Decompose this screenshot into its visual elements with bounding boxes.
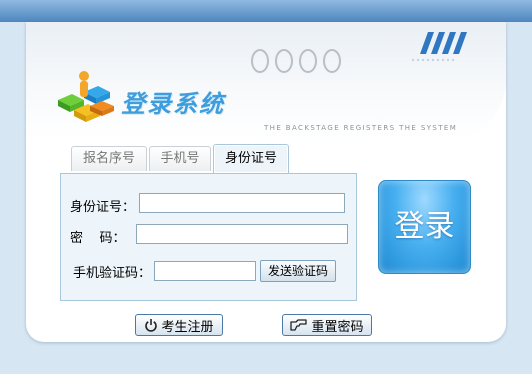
card-header: 登录系统 THE BACKSTAGE REGISTERS THE SYSTEM — [26, 22, 506, 140]
binder-rings-decoration — [251, 49, 341, 73]
login-form: 身份证号： 密 码： 手机验证码： 发送验证码 — [60, 173, 357, 301]
logo-icon — [58, 71, 114, 122]
key-hand-icon — [290, 319, 308, 331]
login-card: 登录系统 THE BACKSTAGE REGISTERS THE SYSTEM … — [26, 22, 506, 342]
id-number-input[interactable] — [139, 193, 345, 213]
sms-code-input[interactable] — [154, 261, 256, 281]
tab-registration-number[interactable]: 报名序号 — [71, 146, 147, 171]
dots-decoration — [411, 58, 455, 62]
reset-password-label: 重置密码 — [311, 319, 364, 335]
password-input[interactable] — [136, 224, 348, 244]
power-icon — [145, 319, 158, 332]
password-label: 密 码： — [70, 231, 126, 246]
app-title: 登录系统 — [121, 89, 225, 118]
send-code-button[interactable]: 发送验证码 — [260, 260, 336, 282]
tab-id-number[interactable]: 身份证号 — [213, 144, 289, 173]
stripes-decoration — [420, 32, 467, 54]
login-button[interactable]: 登录 — [378, 180, 471, 274]
sms-code-label: 手机验证码： — [73, 266, 152, 281]
register-button[interactable]: 考生注册 — [135, 314, 223, 336]
top-bar — [0, 0, 532, 22]
app-subtitle: THE BACKSTAGE REGISTERS THE SYSTEM — [264, 124, 458, 132]
reset-password-button[interactable]: 重置密码 — [282, 314, 372, 336]
tab-phone-number[interactable]: 手机号 — [149, 146, 211, 171]
register-button-label: 考生注册 — [161, 319, 214, 335]
id-number-label: 身份证号： — [70, 200, 136, 215]
